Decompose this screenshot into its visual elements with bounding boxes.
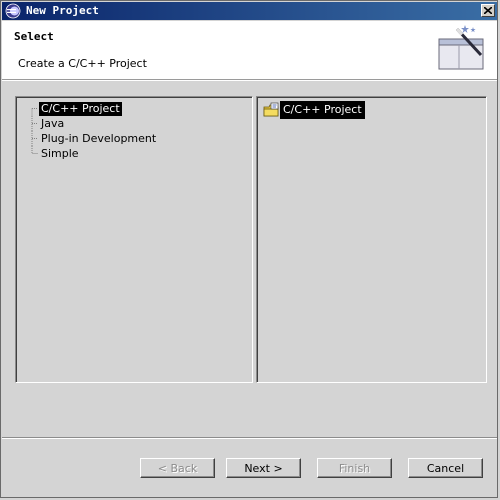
eclipse-icon bbox=[5, 3, 21, 19]
panel-inner: C/C++ Project bbox=[257, 97, 486, 382]
wizard-type-tree-panel: C/C++ Project Java Plug-in Development S… bbox=[15, 96, 253, 383]
tree-item-plugin-development[interactable]: Plug-in Development bbox=[25, 131, 158, 146]
project-folder-icon bbox=[263, 102, 279, 117]
template-item-label: C/C++ Project bbox=[280, 101, 365, 119]
close-icon bbox=[484, 7, 492, 14]
tree-connector bbox=[31, 146, 38, 154]
window-title: New Project bbox=[26, 4, 99, 17]
cancel-button[interactable]: Cancel bbox=[408, 458, 483, 478]
header-separator bbox=[2, 80, 497, 81]
tree-item-label: C/C++ Project bbox=[39, 102, 122, 116]
wizard-type-tree: C/C++ Project Java Plug-in Development S… bbox=[25, 101, 158, 161]
back-button[interactable]: < Back bbox=[140, 458, 215, 478]
panel-inner: C/C++ Project Java Plug-in Development S… bbox=[16, 97, 252, 382]
wizard-header: Select Create a C/C++ Project bbox=[2, 21, 497, 80]
tree-item-label: Simple bbox=[41, 147, 79, 160]
tree-item-label: Plug-in Development bbox=[41, 132, 157, 145]
tree-connector bbox=[31, 131, 38, 146]
tree-item-c-cpp-project[interactable]: C/C++ Project bbox=[25, 101, 158, 116]
tree-item-java[interactable]: Java bbox=[25, 116, 158, 131]
tree-item-label: Java bbox=[41, 117, 65, 130]
page-title: Select bbox=[14, 30, 54, 43]
new-wizard-icon bbox=[438, 25, 484, 70]
footer-separator-highlight bbox=[2, 438, 497, 439]
finish-button[interactable]: Finish bbox=[317, 458, 392, 478]
title-bar[interactable]: New Project bbox=[2, 2, 497, 20]
template-list-panel: C/C++ Project bbox=[256, 96, 487, 383]
tree-connector bbox=[31, 108, 38, 116]
tree-item-simple[interactable]: Simple bbox=[25, 146, 158, 161]
page-description: Create a C/C++ Project bbox=[18, 57, 147, 70]
new-project-dialog: New Project Select Create a C/C++ Projec… bbox=[0, 0, 498, 498]
tree-connector bbox=[31, 116, 38, 131]
next-button[interactable]: Next > bbox=[226, 458, 301, 478]
close-button[interactable] bbox=[481, 4, 495, 17]
